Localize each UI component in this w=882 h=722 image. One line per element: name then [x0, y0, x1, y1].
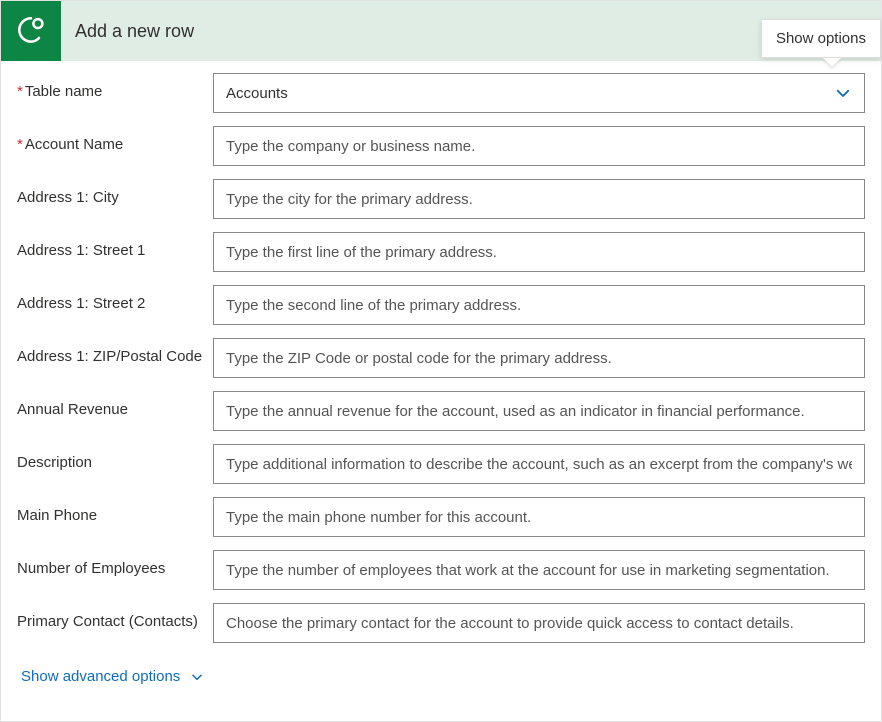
field-label: Description — [17, 444, 213, 473]
table-name-value: Accounts — [226, 85, 288, 102]
field-label: Main Phone — [17, 497, 213, 526]
field-input[interactable] — [213, 391, 865, 431]
field-input[interactable] — [213, 338, 865, 378]
field-label: Address 1: Street 2 — [17, 285, 213, 314]
field-input[interactable] — [213, 285, 865, 325]
field-label: Account Name — [17, 126, 213, 155]
tooltip-arrow-icon — [823, 58, 841, 67]
field-label: Address 1: Street 1 — [17, 232, 213, 261]
field-input[interactable] — [213, 126, 865, 166]
chevron-down-icon — [834, 84, 852, 102]
card-title: Add a new row — [61, 21, 194, 42]
field-label: Address 1: ZIP/Postal Code — [17, 338, 213, 367]
field-label: Number of Employees — [17, 550, 213, 579]
field-input[interactable] — [213, 603, 865, 643]
field-input[interactable] — [213, 550, 865, 590]
table-name-select[interactable]: Accounts — [213, 73, 865, 113]
show-options-tooltip[interactable]: Show options — [761, 19, 881, 58]
label-table-name: Table name — [17, 73, 213, 102]
field-label: Address 1: City — [17, 179, 213, 208]
field-input[interactable] — [213, 444, 865, 484]
show-advanced-options[interactable]: Show advanced options — [17, 656, 208, 697]
field-label: Primary Contact (Contacts) — [17, 603, 213, 632]
connector-icon — [1, 1, 61, 61]
field-input[interactable] — [213, 179, 865, 219]
chevron-down-icon — [190, 670, 204, 684]
card-header: Add a new row Show options — [1, 1, 881, 61]
field-label: Annual Revenue — [17, 391, 213, 420]
form-body: Table name Accounts Account Name Address … — [1, 61, 881, 697]
field-input[interactable] — [213, 232, 865, 272]
field-input[interactable] — [213, 497, 865, 537]
